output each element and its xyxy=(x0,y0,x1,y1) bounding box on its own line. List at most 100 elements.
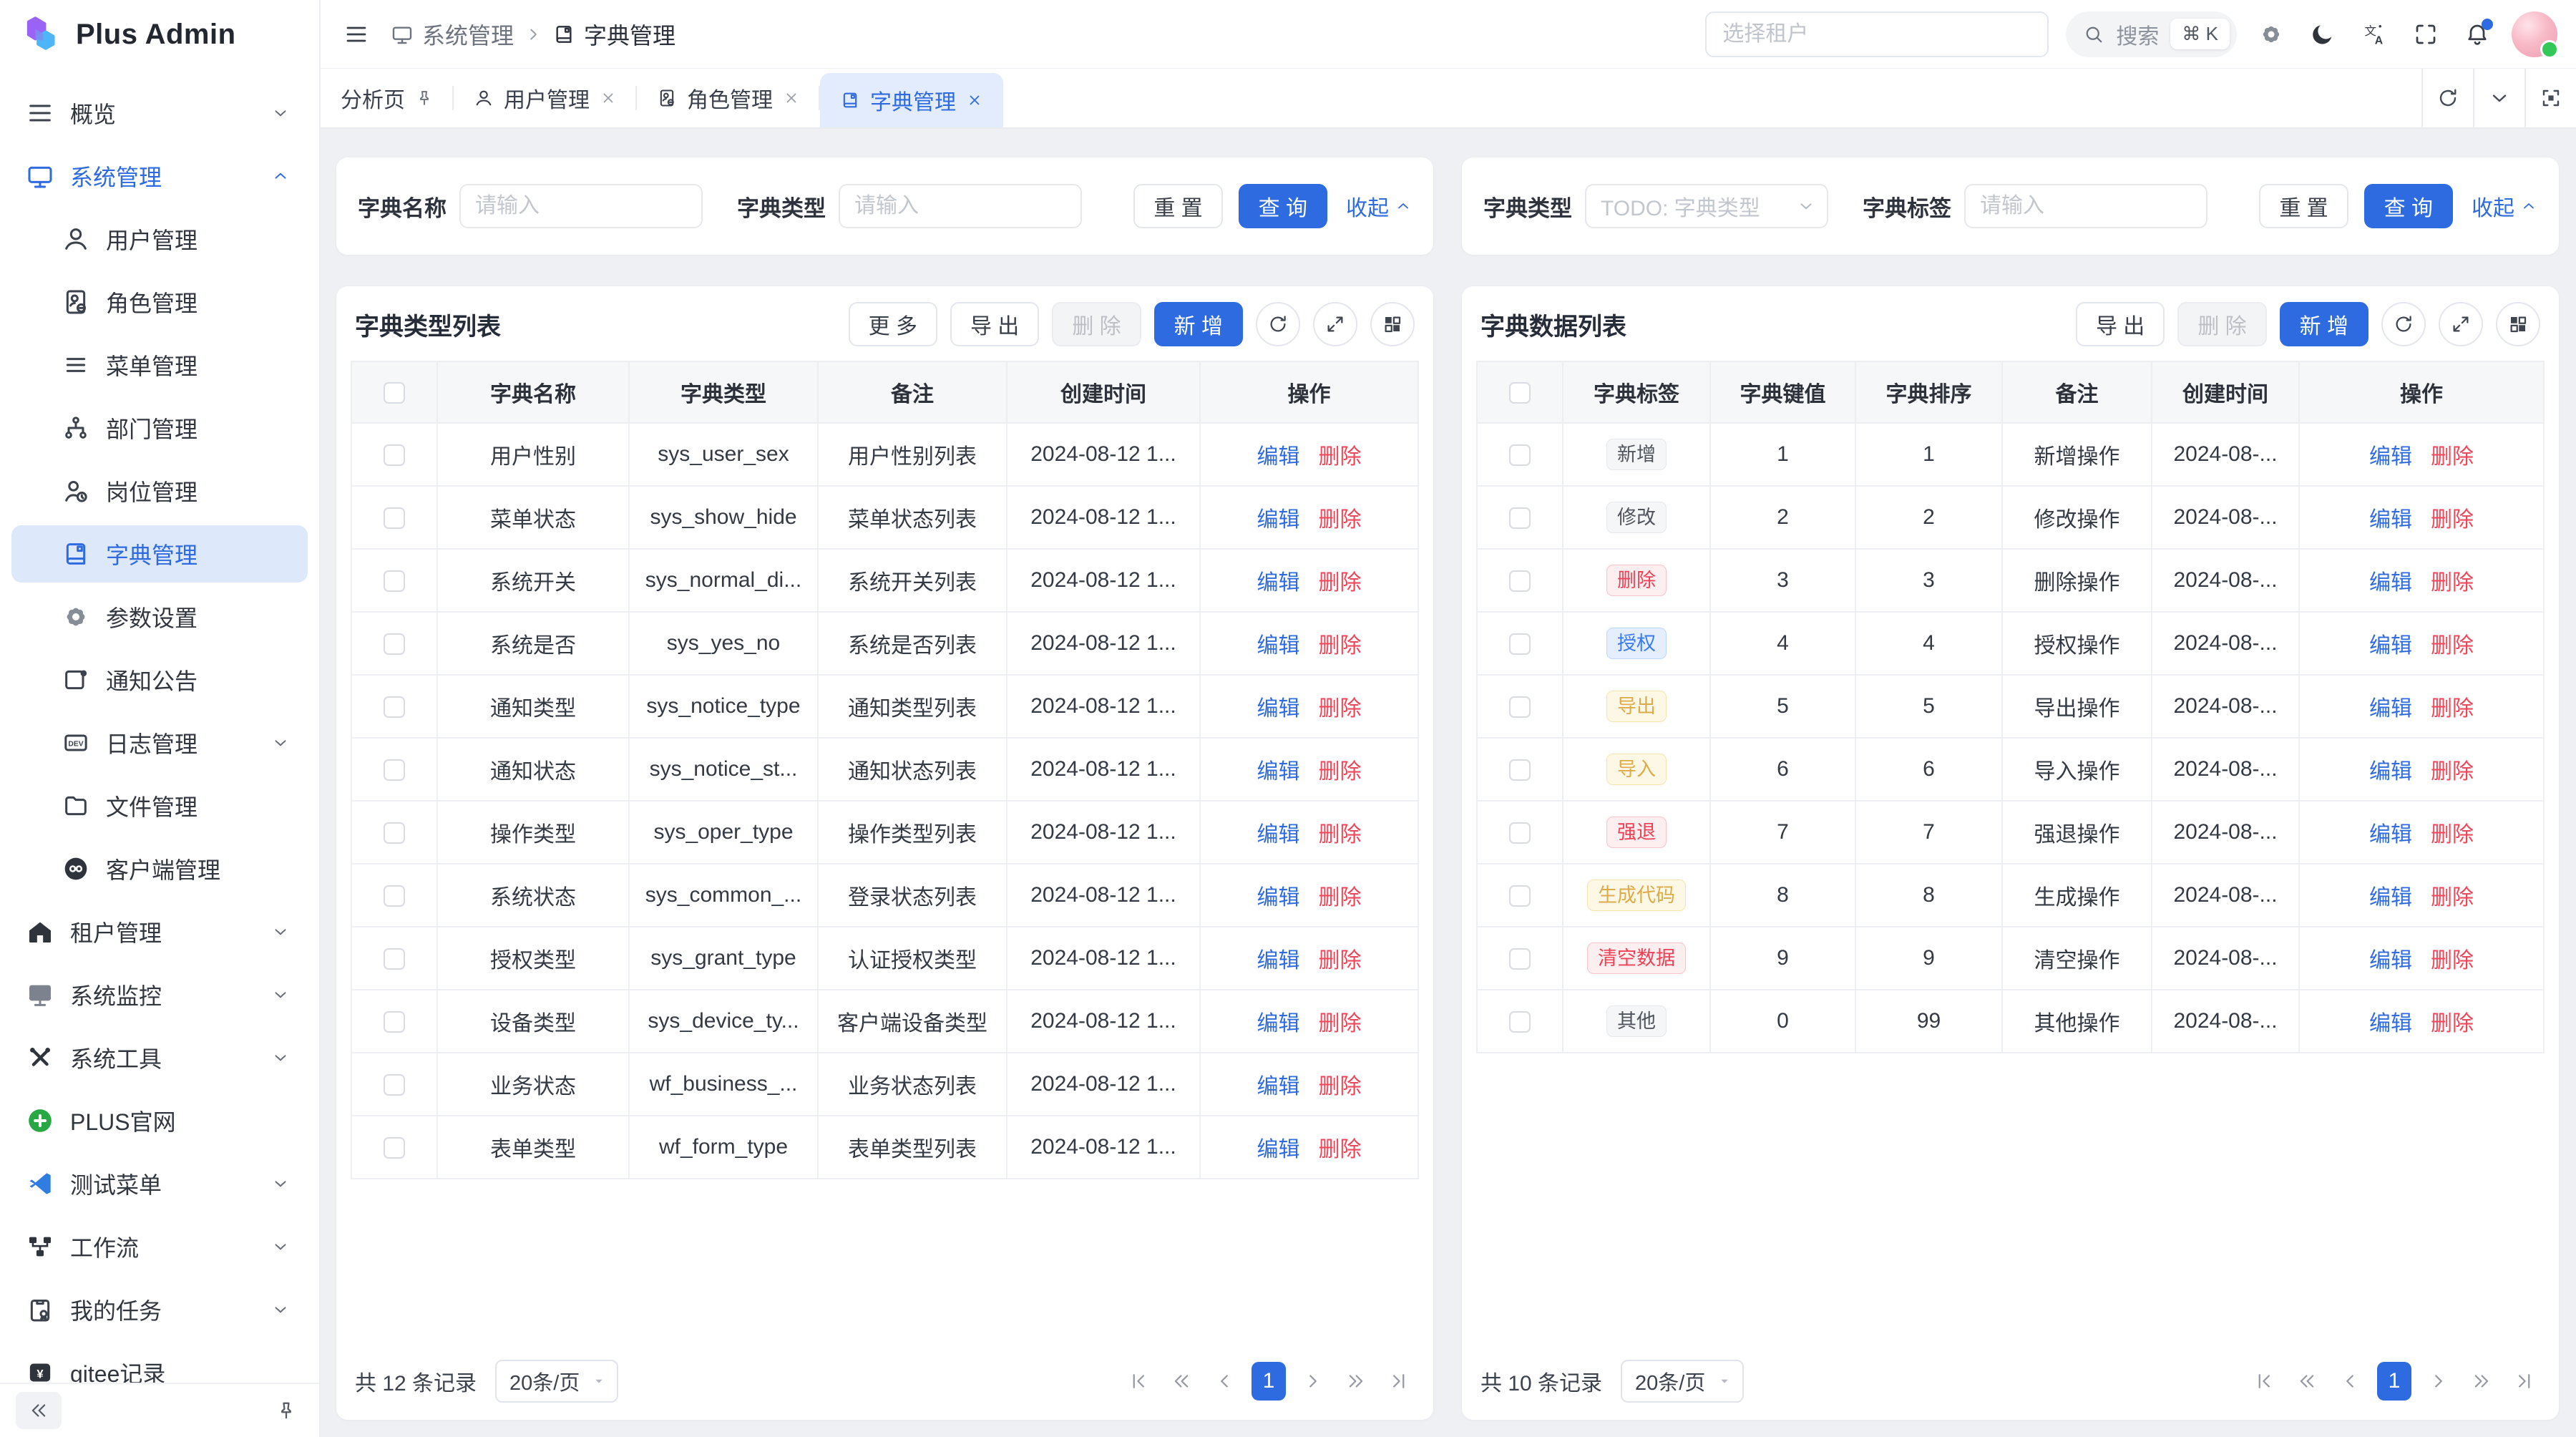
collapse-search-link[interactable]: 收起 xyxy=(1346,190,1412,222)
sidebar-item-用户管理[interactable]: 用户管理 xyxy=(11,210,308,268)
sidebar-item-租户管理[interactable]: 租户管理 xyxy=(11,903,308,960)
sidebar-item-系统管理[interactable]: 系统管理 xyxy=(11,147,308,205)
edit-link[interactable]: 编辑 xyxy=(2369,634,2412,658)
sidebar-item-我的任务[interactable]: 我的任务 xyxy=(11,1281,308,1338)
jump-forward-button[interactable] xyxy=(2466,1363,2497,1400)
sidebar-item-角色管理[interactable]: 角色管理 xyxy=(11,273,308,331)
edit-link[interactable]: 编辑 xyxy=(2369,949,2412,973)
sidebar-item-工作流[interactable]: 工作流 xyxy=(11,1218,308,1275)
row-checkbox[interactable] xyxy=(1509,696,1531,718)
edit-link[interactable]: 编辑 xyxy=(2369,508,2412,532)
delete-link[interactable]: 删除 xyxy=(1319,1075,1362,1099)
row-checkbox[interactable] xyxy=(384,1137,405,1159)
delete-link[interactable]: 删除 xyxy=(1319,823,1362,847)
sidebar-pin-button[interactable] xyxy=(269,1393,303,1428)
toolbar-button-新增[interactable]: 新 增 xyxy=(2280,302,2368,346)
row-checkbox[interactable] xyxy=(1509,948,1531,970)
edit-link[interactable]: 编辑 xyxy=(1257,760,1300,784)
jump-back-button[interactable] xyxy=(2291,1363,2323,1400)
delete-link[interactable]: 删除 xyxy=(2431,949,2474,973)
breadcrumb-item[interactable]: 字典管理 xyxy=(552,18,675,51)
avatar[interactable] xyxy=(2512,11,2557,57)
row-checkbox[interactable] xyxy=(384,759,405,781)
breadcrumb-item[interactable]: 系统管理 xyxy=(391,18,514,51)
delete-link[interactable]: 删除 xyxy=(2431,508,2474,532)
edit-link[interactable]: 编辑 xyxy=(1257,634,1300,658)
edit-link[interactable]: 编辑 xyxy=(2369,1012,2412,1036)
delete-link[interactable]: 删除 xyxy=(2431,1012,2474,1036)
edit-link[interactable]: 编辑 xyxy=(2369,886,2412,910)
first-page-button[interactable] xyxy=(2248,1363,2280,1400)
delete-link[interactable]: 删除 xyxy=(1319,508,1362,532)
row-checkbox[interactable] xyxy=(1509,444,1531,466)
notifications-button[interactable] xyxy=(2460,17,2494,52)
edit-link[interactable]: 编辑 xyxy=(1257,1075,1300,1099)
reset-button[interactable]: 重 置 xyxy=(1133,184,1222,228)
sidebar-item-日志管理[interactable]: DEV日志管理 xyxy=(11,714,308,771)
delete-link[interactable]: 删除 xyxy=(2431,823,2474,847)
reset-button[interactable]: 重 置 xyxy=(2259,184,2348,228)
fullscreen-button[interactable] xyxy=(2409,17,2443,52)
row-checkbox[interactable] xyxy=(1509,885,1531,907)
sidebar-item-系统监控[interactable]: 系统监控 xyxy=(11,966,308,1023)
expand-button[interactable] xyxy=(2439,302,2483,346)
jump-back-button[interactable] xyxy=(1166,1363,1197,1400)
delete-link[interactable]: 删除 xyxy=(1319,571,1362,595)
dict-data-select[interactable]: TODO: 字典类型 xyxy=(1585,184,1828,228)
next-page-button[interactable] xyxy=(1297,1363,1329,1400)
edit-link[interactable]: 编辑 xyxy=(2369,697,2412,721)
row-checkbox[interactable] xyxy=(384,696,405,718)
grid-button[interactable] xyxy=(1370,302,1415,346)
tab-refresh-button[interactable] xyxy=(2421,69,2473,127)
row-checkbox[interactable] xyxy=(384,885,405,907)
row-checkbox[interactable] xyxy=(1509,1011,1531,1033)
current-page[interactable]: 1 xyxy=(2377,1362,2411,1401)
delete-link[interactable]: 删除 xyxy=(1319,949,1362,973)
menu-toggle-button[interactable] xyxy=(339,17,374,52)
edit-link[interactable]: 编辑 xyxy=(1257,823,1300,847)
row-checkbox[interactable] xyxy=(1509,507,1531,529)
edit-link[interactable]: 编辑 xyxy=(1257,949,1300,973)
refresh-button[interactable] xyxy=(2381,302,2426,346)
query-button[interactable]: 查 询 xyxy=(2364,184,2453,228)
toolbar-button-新增[interactable]: 新 增 xyxy=(1154,302,1243,346)
tab-close-icon[interactable] xyxy=(966,92,983,109)
delete-link[interactable]: 删除 xyxy=(1319,697,1362,721)
dict-data-search-input[interactable] xyxy=(1964,184,2207,228)
delete-link[interactable]: 删除 xyxy=(2431,634,2474,658)
sidebar-item-字典管理[interactable]: 字典管理 xyxy=(11,525,308,583)
content-fullscreen-button[interactable] xyxy=(2524,69,2576,127)
sidebar-item-PLUS官网[interactable]: PLUS官网 xyxy=(11,1092,308,1149)
delete-link[interactable]: 删除 xyxy=(1319,445,1362,469)
row-checkbox[interactable] xyxy=(384,507,405,529)
dict-type-search-input[interactable] xyxy=(459,184,703,228)
edit-link[interactable]: 编辑 xyxy=(2369,571,2412,595)
delete-link[interactable]: 删除 xyxy=(2431,571,2474,595)
toolbar-button-更多[interactable]: 更 多 xyxy=(849,302,937,346)
edit-link[interactable]: 编辑 xyxy=(1257,1012,1300,1036)
collapse-search-link[interactable]: 收起 xyxy=(2472,190,2537,222)
tab-角色管理[interactable]: 角色管理 xyxy=(637,69,820,127)
sidebar-item-文件管理[interactable]: 文件管理 xyxy=(11,777,308,834)
last-page-button[interactable] xyxy=(1383,1363,1415,1400)
query-button[interactable]: 查 询 xyxy=(1239,184,1327,228)
sidebar-item-参数设置[interactable]: 参数设置 xyxy=(11,588,308,646)
sidebar-collapse-button[interactable] xyxy=(16,1392,62,1429)
row-checkbox[interactable] xyxy=(384,822,405,844)
previous-page-button[interactable] xyxy=(2334,1363,2366,1400)
tab-分析页[interactable]: 分析页 xyxy=(321,69,454,127)
edit-link[interactable]: 编辑 xyxy=(1257,445,1300,469)
refresh-button[interactable] xyxy=(1256,302,1300,346)
current-page[interactable]: 1 xyxy=(1252,1362,1286,1401)
sidebar-item-系统工具[interactable]: 系统工具 xyxy=(11,1029,308,1086)
delete-link[interactable]: 删除 xyxy=(1319,1012,1362,1036)
delete-link[interactable]: 删除 xyxy=(1319,886,1362,910)
row-checkbox[interactable] xyxy=(384,444,405,466)
row-checkbox[interactable] xyxy=(1509,759,1531,781)
delete-link[interactable]: 删除 xyxy=(1319,1138,1362,1161)
sidebar-item-部门管理[interactable]: 部门管理 xyxy=(11,399,308,457)
row-checkbox[interactable] xyxy=(1509,570,1531,592)
sidebar-item-菜单管理[interactable]: 菜单管理 xyxy=(11,336,308,394)
settings-button[interactable] xyxy=(2254,17,2288,52)
sidebar-item-概览[interactable]: 概览 xyxy=(11,84,308,142)
